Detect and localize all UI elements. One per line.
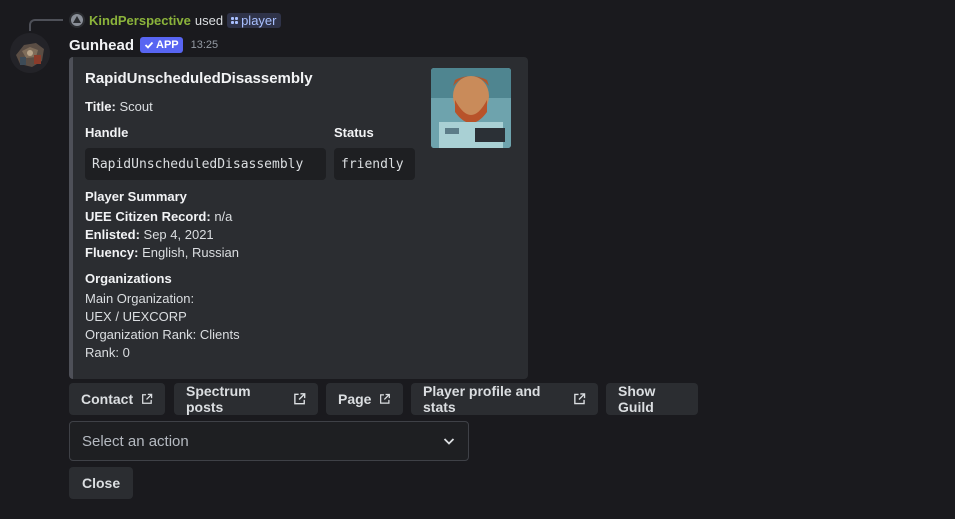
player-profile-button-label: Player profile and stats: [423, 383, 541, 415]
show-guild-button[interactable]: Show Guild: [606, 383, 698, 415]
enlisted-value: Sep 4, 2021: [143, 227, 214, 242]
action-select-placeholder: Select an action: [82, 432, 189, 450]
citizen-record-label: UEE Citizen Record:: [85, 209, 211, 224]
embed-thumbnail[interactable]: [431, 68, 511, 148]
fluency-value: English, Russian: [142, 245, 239, 260]
player-profile-button[interactable]: Player profile and stats: [411, 383, 598, 415]
org-line: Main Organization:: [85, 291, 195, 306]
close-button[interactable]: Close: [69, 467, 134, 499]
app-badge-label: APP: [156, 39, 179, 51]
status-value: friendly: [334, 148, 415, 180]
player-summary-heading: Player Summary: [85, 189, 187, 204]
title-field: Title: Scout: [85, 99, 153, 114]
org-line: Rank: 0: [85, 345, 130, 360]
reply-used-text: used: [194, 12, 224, 28]
org-line: Organization Rank: Clients: [85, 327, 240, 342]
status-label: Status: [334, 125, 374, 140]
org-line: UEX / UEXCORP: [85, 309, 187, 324]
message-header: Gunhead APP 13:25: [69, 35, 218, 55]
citizen-record-value: n/a: [214, 209, 233, 224]
command-name: player: [241, 12, 277, 28]
bot-name[interactable]: Gunhead: [69, 37, 134, 54]
spectrum-posts-button[interactable]: Spectrum posts: [174, 383, 318, 415]
app-badge: APP: [140, 37, 183, 53]
organizations-heading: Organizations: [85, 271, 172, 286]
reply-context: KindPerspective used player: [69, 11, 281, 29]
chevron-down-icon: [443, 438, 455, 445]
user-avatar-small[interactable]: [69, 12, 85, 28]
enlisted: Enlisted: Sep 4, 2021: [85, 227, 214, 242]
reply-username[interactable]: KindPerspective: [89, 13, 191, 28]
command-icon: [231, 16, 239, 24]
enlisted-label: Enlisted:: [85, 227, 140, 242]
page-button-label: Page: [338, 391, 372, 407]
external-link-icon: [574, 393, 586, 405]
player-embed: RapidUnscheduledDisassembly Title: Scout…: [69, 57, 528, 379]
command-mention[interactable]: player: [227, 12, 281, 28]
fluency-label: Fluency:: [85, 245, 139, 260]
handle-label: Handle: [85, 125, 129, 140]
embed-title: RapidUnscheduledDisassembly: [85, 70, 313, 87]
reply-connector: [29, 19, 63, 31]
spectrum-posts-button-label: Spectrum posts: [186, 383, 251, 415]
external-link-icon: [142, 393, 153, 404]
contact-button[interactable]: Contact: [69, 383, 165, 415]
timestamp[interactable]: 13:25: [191, 39, 219, 51]
bot-avatar[interactable]: [10, 33, 50, 73]
title-field-value: Scout: [119, 99, 153, 114]
contact-button-label: Contact: [81, 391, 134, 407]
title-field-label: Title:: [85, 99, 116, 114]
action-select[interactable]: Select an action: [69, 421, 469, 461]
external-link-icon: [380, 393, 391, 404]
check-icon: [144, 41, 154, 49]
handle-value: RapidUnscheduledDisassembly: [85, 148, 326, 180]
citizen-record: UEE Citizen Record: n/a: [85, 209, 232, 224]
external-link-icon: [294, 393, 306, 405]
page-button[interactable]: Page: [326, 383, 403, 415]
show-guild-button-label: Show Guild: [618, 383, 656, 415]
fluency: Fluency: English, Russian: [85, 245, 239, 260]
